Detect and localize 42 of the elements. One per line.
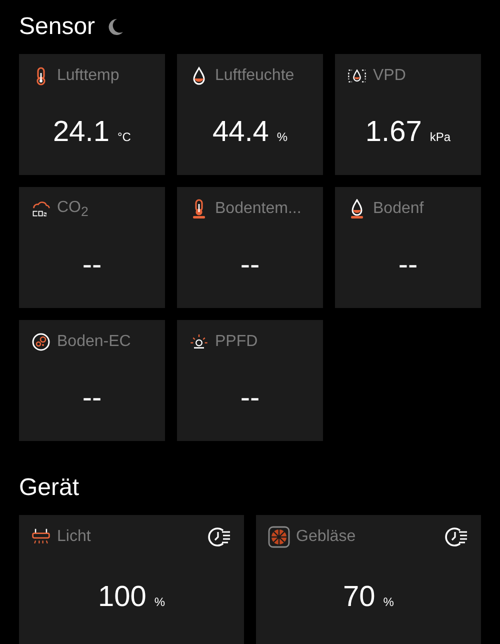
cloud-icon	[31, 199, 51, 219]
sensor-card[interactable]: Luftfeuchte 44.4 %	[177, 54, 323, 175]
reading-value: --	[240, 382, 260, 415]
card-label: VPD	[373, 67, 407, 85]
unit-label: %	[154, 595, 166, 609]
sensor-card[interactable]: Bodenf --	[335, 187, 481, 308]
sensor-card[interactable]: Licht 100 %	[19, 515, 244, 644]
sensor-card[interactable]: Lufttemp 24.1 °C	[19, 54, 165, 175]
reading-value: --	[240, 249, 260, 282]
card-label: Bodentem...	[215, 200, 302, 218]
reading-value: --	[82, 249, 102, 282]
reading-value: 1.67	[365, 116, 422, 149]
sensor-card[interactable]: Bodentem... --	[177, 187, 323, 308]
reading-value: 44.4	[212, 116, 269, 149]
card-label: PPFD	[215, 333, 259, 351]
reading-value: --	[82, 382, 102, 415]
unit-label: %	[276, 130, 288, 144]
sensor-card[interactable]: PPFD --	[177, 320, 323, 441]
card-label: Gebläse	[296, 528, 357, 546]
reading-value: --	[398, 249, 418, 282]
sensor-card[interactable]: Gebläse 70 %	[256, 515, 481, 644]
unit-label: kPa	[430, 130, 451, 144]
sensor-card[interactable]: VPD 1.67 kPa	[335, 54, 481, 175]
unit-label: °C	[117, 130, 131, 144]
soil-icon	[31, 332, 51, 352]
unit-label: %	[383, 595, 394, 609]
sensor-card[interactable]: CO$_{2}$ --	[19, 187, 165, 308]
card-label: Lufttemp	[57, 67, 120, 85]
card-label: Boden-EC	[57, 333, 132, 351]
reading-value: 100	[98, 581, 146, 614]
sensor-card[interactable]: Boden-EC --	[19, 320, 165, 441]
card-label: Bodenf	[373, 200, 425, 218]
reading-value: 70	[343, 581, 376, 614]
card-label: CO$_{2}$	[57, 198, 90, 220]
timer-icon[interactable]	[445, 526, 469, 548]
timer-icon[interactable]	[208, 526, 232, 548]
card-label: Luftfeuchte	[215, 67, 296, 85]
card-label: Licht	[57, 528, 92, 546]
reading-value: 24.1	[53, 116, 110, 149]
fan-icon	[268, 526, 290, 548]
section-title: Gerät	[19, 474, 80, 502]
section-title: Sensor	[19, 13, 96, 41]
